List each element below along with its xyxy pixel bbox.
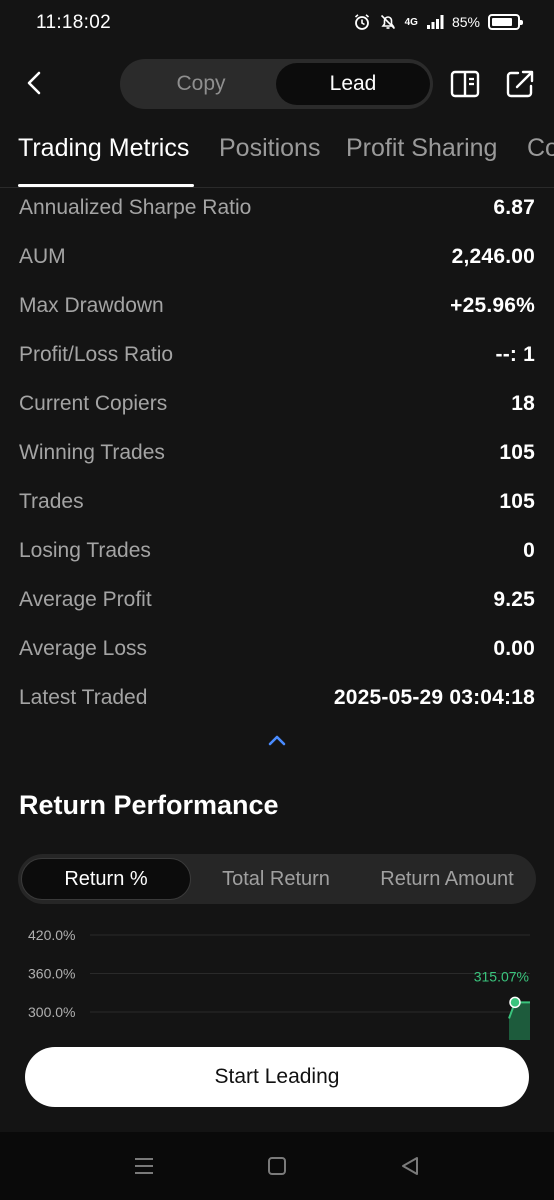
tab-co-truncated[interactable]: Co <box>527 134 554 163</box>
metric-label: Max Drawdown <box>19 293 164 317</box>
metric-label: Trades <box>19 489 84 513</box>
recents-icon[interactable] <box>132 1154 156 1178</box>
battery-fill <box>492 18 512 26</box>
metric-value: +25.96% <box>450 293 535 317</box>
metric-value: --: 1 <box>495 342 535 366</box>
status-bar: 11:18:02 4G 85% <box>0 0 554 48</box>
copy-lead-toggle: Copy Lead <box>120 59 433 109</box>
alarm-icon <box>354 14 369 30</box>
network-label: 4G <box>404 16 418 28</box>
metric-label: AUM <box>19 244 66 268</box>
latest-value-label: 315.07% <box>474 968 529 984</box>
metric-row: Profit/Loss Ratio --: 1 <box>19 330 535 379</box>
metric-value: 105 <box>499 440 535 464</box>
section-title: Return Performance <box>19 790 279 820</box>
metric-label: Winning Trades <box>19 440 165 464</box>
system-nav-bar <box>0 1132 554 1200</box>
header: Copy Lead <box>0 56 554 112</box>
metric-label: Average Loss <box>19 636 148 660</box>
metric-row: AUM 2,246.00 <box>19 232 535 281</box>
tab-trading-metrics[interactable]: Trading Metrics <box>18 134 189 163</box>
metric-value: 6.87 <box>493 195 535 219</box>
tab-positions[interactable]: Positions <box>219 134 320 163</box>
metric-value: 105 <box>499 489 535 513</box>
back-arrow-icon[interactable] <box>18 66 52 100</box>
tab-profit-sharing[interactable]: Profit Sharing <box>346 134 497 163</box>
status-time: 11:18:02 <box>36 12 111 33</box>
signal-icon <box>426 15 444 29</box>
return-chart-svg: 420.0% 360.0% 300.0% 315.07% <box>28 927 530 1040</box>
return-percent-option[interactable]: Return % <box>21 858 191 900</box>
metric-value: 9.25 <box>493 587 535 611</box>
return-chart: 420.0% 360.0% 300.0% 315.07% <box>0 920 554 1040</box>
metric-value: 0 <box>523 538 535 562</box>
start-leading-button[interactable]: Start Leading <box>25 1047 529 1107</box>
home-icon[interactable] <box>265 1154 289 1178</box>
metric-label: Latest Traded <box>19 685 148 709</box>
metric-value: 2025-05-29 03:04:18 <box>333 685 535 709</box>
status-icons: 4G 85% <box>353 13 523 31</box>
metric-row: Max Drawdown +25.96% <box>19 281 535 330</box>
metric-value: 0.00 <box>493 636 535 660</box>
return-type-toggle: Return % Total Return Return Amount <box>18 854 536 904</box>
battery-percent: 85% <box>451 14 480 30</box>
metric-row: Losing Trades 0 <box>19 526 535 575</box>
metric-label: Current Copiers <box>19 391 168 415</box>
metric-label: Profit/Loss Ratio <box>19 342 174 366</box>
metric-label: Average Profit <box>19 587 152 611</box>
metric-label: Losing Trades <box>19 538 151 562</box>
metric-row: Latest Traded 2025-05-29 03:04:18 <box>19 673 535 722</box>
battery-icon <box>488 14 523 30</box>
lead-tab[interactable]: Lead <box>276 63 430 105</box>
metrics-tabs: Trading Metrics Positions Profit Sharing… <box>0 128 554 188</box>
metric-row: Average Profit 9.25 <box>19 575 535 624</box>
latest-point <box>509 996 521 1009</box>
back-icon[interactable] <box>398 1154 422 1178</box>
metric-value: 2,246.00 <box>451 244 535 268</box>
metric-row: Trades 105 <box>19 477 535 526</box>
total-return-option[interactable]: Total Return <box>198 858 354 900</box>
metric-row: Winning Trades 105 <box>19 428 535 477</box>
metric-row: Annualized Sharpe Ratio 6.87 <box>19 183 535 232</box>
y-tick-label: 300.0% <box>28 1004 75 1020</box>
metric-value: 18 <box>511 391 535 415</box>
mute-bell-icon <box>380 14 395 30</box>
return-amount-option[interactable]: Return Amount <box>361 858 533 900</box>
metric-row: Current Copiers 18 <box>19 379 535 428</box>
share-icon[interactable] <box>504 68 536 100</box>
y-tick-label: 420.0% <box>28 927 75 943</box>
book-icon[interactable] <box>449 68 481 100</box>
copy-tab[interactable]: Copy <box>124 63 278 105</box>
metric-label: Annualized Sharpe Ratio <box>19 195 252 219</box>
y-tick-label: 360.0% <box>28 966 75 982</box>
chevron-up-icon[interactable] <box>265 730 289 750</box>
metric-row: Average Loss 0.00 <box>19 624 535 673</box>
